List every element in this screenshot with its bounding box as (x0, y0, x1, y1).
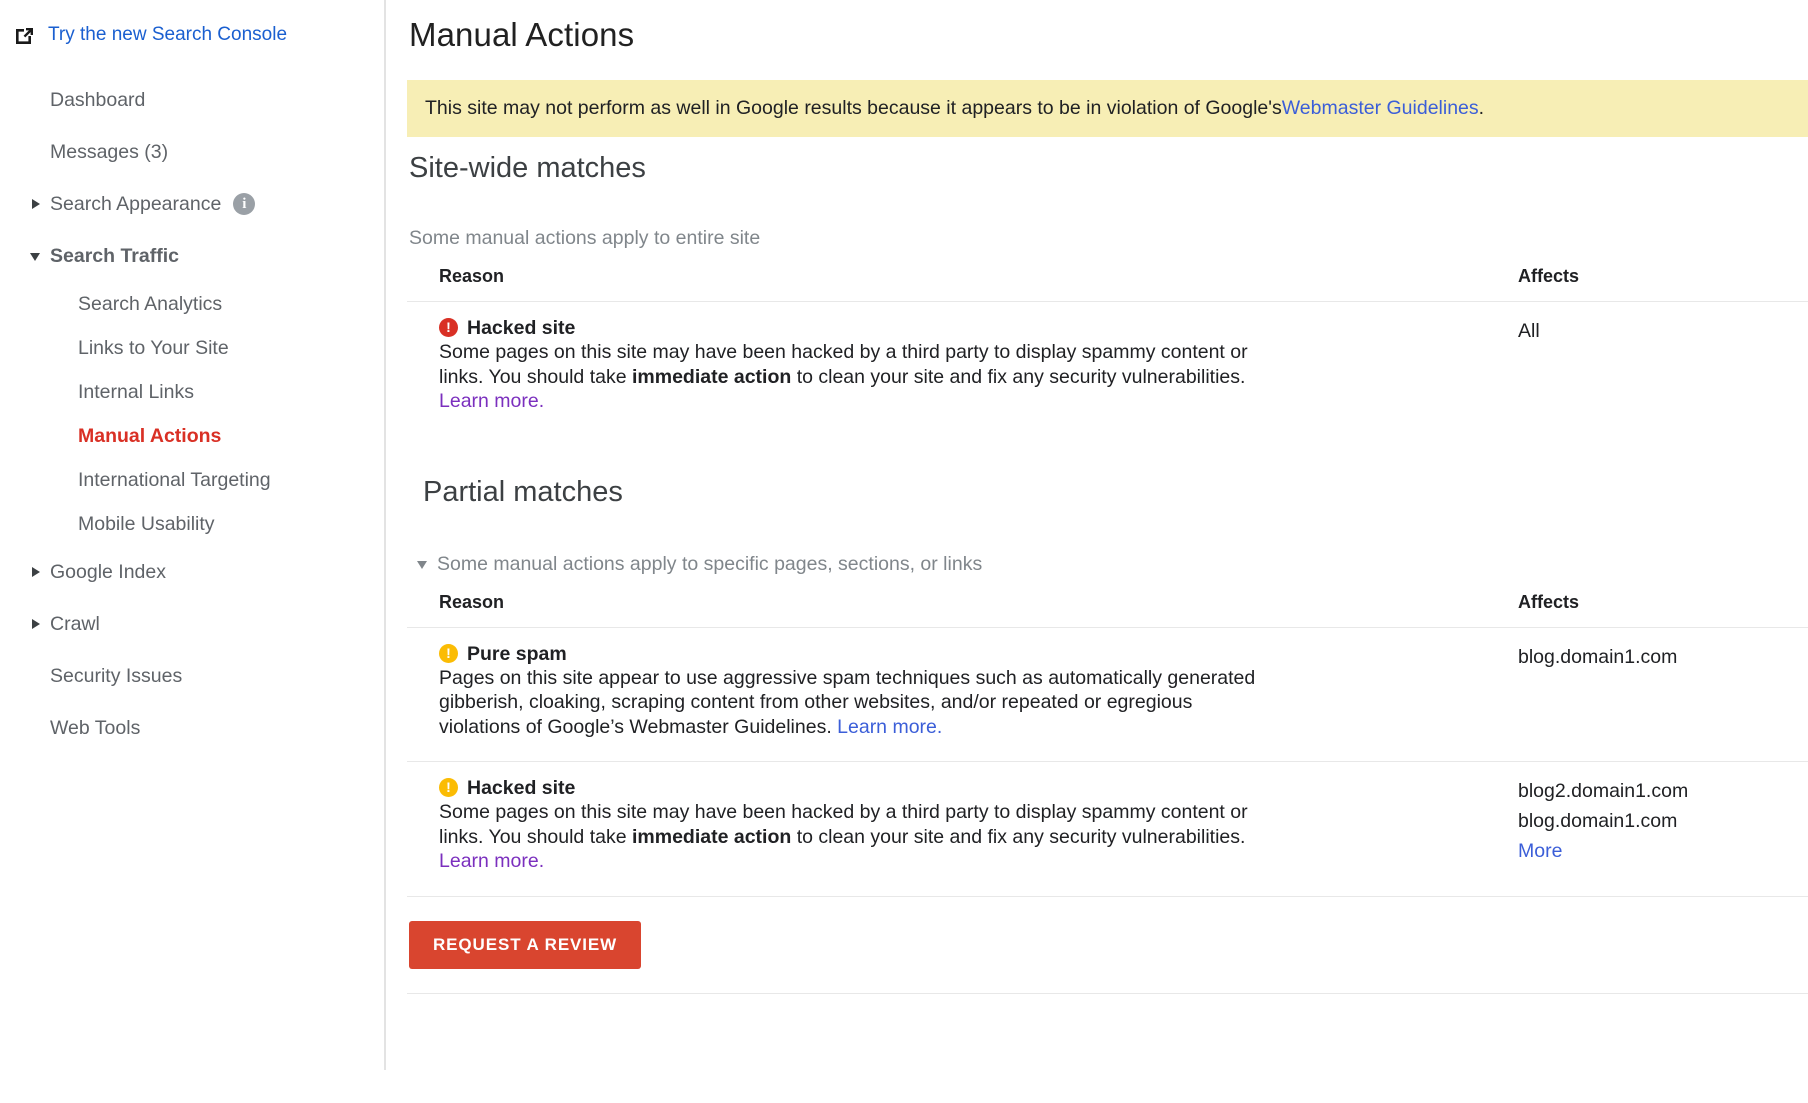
sidebar-item-mobile-usability[interactable]: Mobile Usability (0, 502, 385, 546)
sidebar-item-search-appearance[interactable]: Search Appearance i (0, 178, 385, 230)
banner-text-after: . (1479, 97, 1484, 120)
affects-value: blog.domain1.com (1518, 642, 1808, 672)
reason-description: Some pages on this site may have been ha… (439, 800, 1279, 874)
sidebar-item-links-to-your-site[interactable]: Links to Your Site (0, 326, 385, 370)
column-header-reason: Reason (407, 260, 1510, 302)
sidebar-item-label: Internal Links (78, 381, 194, 404)
affects-value: All (1518, 316, 1808, 346)
reason-cell: ! Hacked site Some pages on this site ma… (407, 302, 1510, 436)
critical-alert-icon: ! (439, 318, 458, 337)
review-button-container: REQUEST A REVIEW (407, 897, 1808, 969)
warning-alert-icon: ! (439, 644, 458, 663)
affects-more-link[interactable]: More (1518, 836, 1808, 866)
sidebar-item-international-targeting[interactable]: International Targeting (0, 458, 385, 502)
reason-title-label: Hacked site (467, 776, 575, 800)
table-row: ! Hacked site Some pages on this site ma… (407, 302, 1808, 436)
sidebar-item-web-tools[interactable]: Web Tools (0, 702, 385, 754)
affects-value: blog.domain1.com (1518, 806, 1808, 836)
affects-cell: blog2.domain1.com blog.domain1.com More (1510, 762, 1808, 896)
chevron-right-icon (30, 197, 44, 211)
sidebar-item-security-issues[interactable]: Security Issues (0, 650, 385, 702)
info-icon[interactable]: i (233, 193, 255, 215)
sitewide-matches-heading: Site-wide matches (407, 152, 1808, 185)
reason-cell: ! Hacked site Some pages on this site ma… (407, 762, 1510, 896)
column-header-reason: Reason (407, 586, 1510, 628)
reason-title: ! Pure spam (439, 642, 1510, 666)
bottom-divider (407, 993, 1808, 994)
chevron-right-icon (30, 565, 44, 579)
search-console-page: Try the new Search Console Dashboard Mes… (0, 0, 1808, 1103)
reason-text-bold: immediate action (632, 826, 791, 848)
table-header-row: Reason Affects (407, 260, 1808, 302)
reason-text-2: to clean your site and fix any security … (791, 826, 1245, 848)
table-header-row: Reason Affects (407, 586, 1808, 628)
sitewide-matches-table: Reason Affects ! Hacked site Some pages … (407, 260, 1808, 436)
sitewide-matches-subheading: Some manual actions apply to entire site (407, 227, 1808, 250)
sidebar-item-search-traffic[interactable]: Search Traffic (0, 230, 385, 282)
sidebar-item-label: Messages (3) (50, 141, 168, 164)
banner-text-before: This site may not perform as well in Goo… (425, 97, 1282, 120)
sidebar-item-dashboard[interactable]: Dashboard (0, 74, 385, 126)
reason-text-bold: immediate action (632, 366, 791, 388)
sidebar-item-try-new-search-console[interactable]: Try the new Search Console (0, 12, 385, 58)
learn-more-link[interactable]: Learn more. (439, 390, 544, 412)
violation-banner: This site may not perform as well in Goo… (407, 80, 1808, 137)
sidebar-item-label: Manual Actions (78, 425, 221, 448)
table-row: ! Hacked site Some pages on this site ma… (407, 762, 1808, 896)
table-row: ! Pure spam Pages on this site appear to… (407, 627, 1808, 762)
warning-alert-icon: ! (439, 778, 458, 797)
reason-description: Pages on this site appear to use aggress… (439, 666, 1279, 740)
sidebar-item-label: Search Analytics (78, 293, 222, 316)
sidebar-item-label: Search Traffic (50, 245, 179, 268)
learn-more-link[interactable]: Learn more. (837, 716, 942, 738)
chevron-down-icon (30, 249, 44, 263)
external-link-icon (14, 25, 35, 46)
sidebar-item-internal-links[interactable]: Internal Links (0, 370, 385, 414)
sidebar-item-label: Security Issues (50, 665, 182, 688)
partial-matches-subheading: Some manual actions apply to specific pa… (437, 553, 982, 576)
partial-matches-table: Reason Affects ! Pure spam Pages on this… (407, 586, 1808, 896)
reason-text-2: to clean your site and fix any security … (791, 366, 1245, 388)
webmaster-guidelines-link[interactable]: Webmaster Guidelines (1282, 97, 1479, 120)
reason-description: Some pages on this site may have been ha… (439, 340, 1279, 414)
sidebar-item-label: Search Appearance (50, 193, 221, 216)
affects-cell: All (1510, 302, 1808, 436)
sidebar-item-label: Links to Your Site (78, 337, 229, 360)
affects-value: blog2.domain1.com (1518, 776, 1808, 806)
reason-title-label: Hacked site (467, 316, 575, 340)
column-header-affects: Affects (1510, 260, 1808, 302)
chevron-right-icon (30, 617, 44, 631)
affects-cell: blog.domain1.com (1510, 627, 1808, 762)
partial-matches-heading: Partial matches (421, 476, 1808, 509)
chevron-down-icon (417, 557, 431, 571)
sidebar-item-label: International Targeting (78, 469, 271, 492)
sidebar-item-google-index[interactable]: Google Index (0, 546, 385, 598)
sidebar-item-label: Dashboard (50, 89, 145, 112)
page-title: Manual Actions (407, 16, 1808, 54)
column-header-affects: Affects (1510, 586, 1808, 628)
sidebar-item-messages[interactable]: Messages (3) (0, 126, 385, 178)
sidebar-item-label: Google Index (50, 561, 166, 584)
sidebar-item-label: Crawl (50, 613, 100, 636)
sidebar-promo-label[interactable]: Try the new Search Console (48, 24, 287, 46)
sidebar: Try the new Search Console Dashboard Mes… (0, 0, 385, 1103)
sidebar-item-manual-actions[interactable]: Manual Actions (0, 414, 385, 458)
sidebar-item-search-analytics[interactable]: Search Analytics (0, 282, 385, 326)
learn-more-link[interactable]: Learn more. (439, 850, 544, 872)
reason-title-label: Pure spam (467, 642, 567, 666)
main-content: Manual Actions This site may not perform… (385, 0, 1808, 1103)
sidebar-item-label: Web Tools (50, 717, 140, 740)
reason-title: ! Hacked site (439, 776, 1510, 800)
sidebar-item-label: Mobile Usability (78, 513, 215, 536)
request-a-review-button[interactable]: REQUEST A REVIEW (409, 921, 641, 969)
sidebar-item-crawl[interactable]: Crawl (0, 598, 385, 650)
partial-matches-subheading-toggle[interactable]: Some manual actions apply to specific pa… (415, 553, 1808, 576)
reason-title: ! Hacked site (439, 316, 1510, 340)
reason-cell: ! Pure spam Pages on this site appear to… (407, 627, 1510, 762)
